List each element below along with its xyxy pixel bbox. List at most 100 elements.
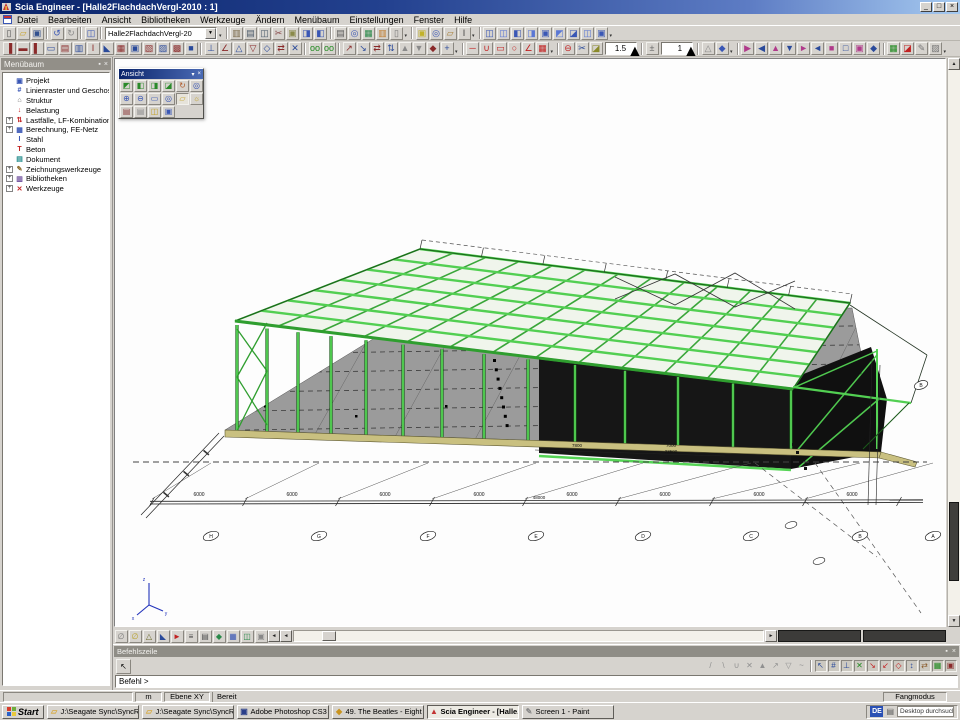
tree-item-zeichnungswerkzeuge[interactable]: +✎Zeichnungswerkzeuge	[4, 164, 109, 174]
array-down-icon[interactable]: ▼	[413, 42, 426, 55]
scroll-segment-left[interactable]	[778, 630, 861, 642]
clipboard-icon[interactable]: ▱	[444, 27, 457, 40]
load-surface-icon[interactable]: ►	[797, 42, 810, 55]
count-spinner[interactable]: 1▲▼	[661, 42, 693, 55]
snap-x-icon[interactable]: ✕	[744, 660, 756, 672]
clip-icon[interactable]: ✂	[576, 42, 589, 55]
status-snap-mode[interactable]: Fangmodus	[883, 692, 947, 702]
doc-blank-icon[interactable]: ▯	[390, 27, 403, 40]
chart-mini-icon[interactable]: ◣	[157, 630, 170, 643]
printer-icon[interactable]: ▤	[886, 707, 894, 716]
angle-icon[interactable]: ∠	[219, 42, 232, 55]
vertical-scrollbar[interactable]: ▲ ▼	[947, 58, 960, 627]
circle-icon[interactable]: ○	[508, 42, 521, 55]
cable-icon[interactable]: ◆	[867, 42, 880, 55]
layer-up-icon[interactable]: △	[702, 42, 715, 55]
grid-icon[interactable]: ▦	[536, 42, 549, 55]
taskbar-task-1[interactable]: ▱J:\Seagate Sync\SyncRe...	[142, 705, 234, 719]
snap-curve-icon[interactable]: ~	[796, 660, 808, 672]
spin-up-icon[interactable]: ▲	[627, 43, 636, 57]
beam-2-icon[interactable]: ▭	[45, 42, 58, 55]
print-icon[interactable]: ▤	[244, 27, 257, 40]
layers-icon[interactable]: ▱	[176, 93, 189, 105]
ortho-snap-icon[interactable]: ↕	[906, 660, 918, 672]
column-icon[interactable]: ▐	[3, 42, 16, 55]
load-point-icon[interactable]: ▲	[769, 42, 782, 55]
rotate-icon[interactable]: ◆	[427, 42, 440, 55]
snap-tri2-icon[interactable]: ▽	[783, 660, 795, 672]
menu-fenster[interactable]: Fenster	[409, 15, 450, 25]
shell-icon[interactable]: ▨	[157, 42, 170, 55]
vertical-scroll-thumb[interactable]	[949, 502, 959, 582]
menu-hilfe[interactable]: Hilfe	[449, 15, 477, 25]
imperfection-icon[interactable]: □	[839, 42, 852, 55]
window-pair-icon[interactable]: ◨	[300, 27, 313, 40]
toolbar-more-icon[interactable]: ▾	[944, 49, 947, 55]
spin-up-icon[interactable]: ▲	[683, 43, 692, 57]
rib-icon[interactable]: ▦	[115, 42, 128, 55]
toolbar-more-icon[interactable]: ▾	[405, 33, 408, 39]
pointer-mode-button[interactable]: ↖	[116, 659, 131, 674]
copy-move-icon[interactable]: ↘	[357, 42, 370, 55]
zoom-all-icon[interactable]: ◎	[162, 93, 175, 105]
redo-icon[interactable]: ↻	[65, 27, 78, 40]
menu-einstellungen[interactable]: Einstellungen	[345, 15, 409, 25]
snap-tri-icon[interactable]: ▲	[757, 660, 769, 672]
tile-3-icon[interactable]: ◧	[511, 27, 524, 40]
tri-down-icon[interactable]: ▽	[247, 42, 260, 55]
view-rotate-icon[interactable]: ↻	[176, 80, 189, 92]
window-titlebar[interactable]: Scia Engineer - [Halle2FlachdachVergl-20…	[0, 0, 960, 14]
stretch-icon[interactable]: ⇅	[385, 42, 398, 55]
snap-dir-icon[interactable]: ↗	[770, 660, 782, 672]
menu-men-baum[interactable]: Menübaum	[290, 15, 345, 25]
taskbar-task-0[interactable]: ▱J:\Seagate Sync\SyncRe...	[47, 705, 139, 719]
undo-icon[interactable]: ↺	[51, 27, 64, 40]
select-off-icon[interactable]: ⊖	[562, 42, 575, 55]
window-grid-icon[interactable]: ◧	[314, 27, 327, 40]
adjust-icon[interactable]: ≡	[185, 630, 198, 643]
tree-item-dokument[interactable]: ▤Dokument	[4, 154, 109, 164]
pin-icon[interactable]: ▪	[945, 648, 947, 655]
flag-icon[interactable]: ►	[171, 630, 184, 643]
snap-line-icon[interactable]: /	[705, 660, 717, 672]
camera-prev-icon[interactable]: ▤	[134, 106, 147, 118]
ansicht-toolbar-titlebar[interactable]: Ansicht ▾ ×	[119, 69, 203, 79]
print-preview-icon[interactable]: ◫	[258, 27, 271, 40]
tree-item-beton[interactable]: TBeton	[4, 145, 109, 155]
light-icon[interactable]: ☼	[190, 93, 203, 105]
start-button[interactable]: Start	[2, 705, 44, 719]
doc-zoom-icon[interactable]: ◎	[348, 27, 361, 40]
command-input[interactable]: Befehl >	[115, 675, 958, 688]
maximize-button[interactable]: □	[933, 2, 945, 12]
intersect-snap-icon[interactable]: ✕	[854, 660, 866, 672]
menu-bibliotheken[interactable]: Bibliotheken	[136, 15, 195, 25]
view-top-icon[interactable]: ◪	[162, 80, 175, 92]
zoom-cursor-icon[interactable]: ◎	[190, 80, 203, 92]
mdi-child-icon[interactable]	[3, 15, 12, 24]
tile-9-icon[interactable]: ▣	[595, 27, 608, 40]
zoom-icon[interactable]: ◎	[430, 27, 443, 40]
scroll-up-icon[interactable]: ▲	[948, 58, 960, 70]
node-snap-icon[interactable]: ◇	[893, 660, 905, 672]
cursor-snap-icon[interactable]: ↖	[815, 660, 827, 672]
tree-item-linienraster-und-geschosse[interactable]: #Linienraster und Geschosse	[4, 86, 109, 96]
toolbar-more-icon[interactable]: ▾	[610, 33, 613, 39]
new-icon[interactable]: ▯	[3, 27, 16, 40]
perp-snap-icon[interactable]: ⊥	[841, 660, 853, 672]
cut-icon[interactable]: ✂	[272, 27, 285, 40]
tree-item-stahl[interactable]: IStahl	[4, 135, 109, 145]
copy-icon[interactable]: ▣	[286, 27, 299, 40]
print-mini-icon[interactable]: ▤	[199, 630, 212, 643]
horizontal-scrollbar[interactable]	[293, 630, 764, 642]
hinge-icon[interactable]: ◀	[755, 42, 768, 55]
print-doc-icon[interactable]: ▤	[334, 27, 347, 40]
view-mini-icon[interactable]: ◫	[241, 630, 254, 643]
tile-4-icon[interactable]: ◨	[525, 27, 538, 40]
polyline-icon[interactable]: ∪	[480, 42, 493, 55]
zoom-window-icon[interactable]: ▭	[148, 93, 161, 105]
close-icon[interactable]: ×	[197, 71, 201, 78]
close-button[interactable]: ×	[946, 2, 958, 12]
clip-gray-icon[interactable]: ∅	[115, 630, 128, 643]
view-front-icon[interactable]: ◧	[134, 80, 147, 92]
filter-icon[interactable]: ◪	[590, 42, 603, 55]
